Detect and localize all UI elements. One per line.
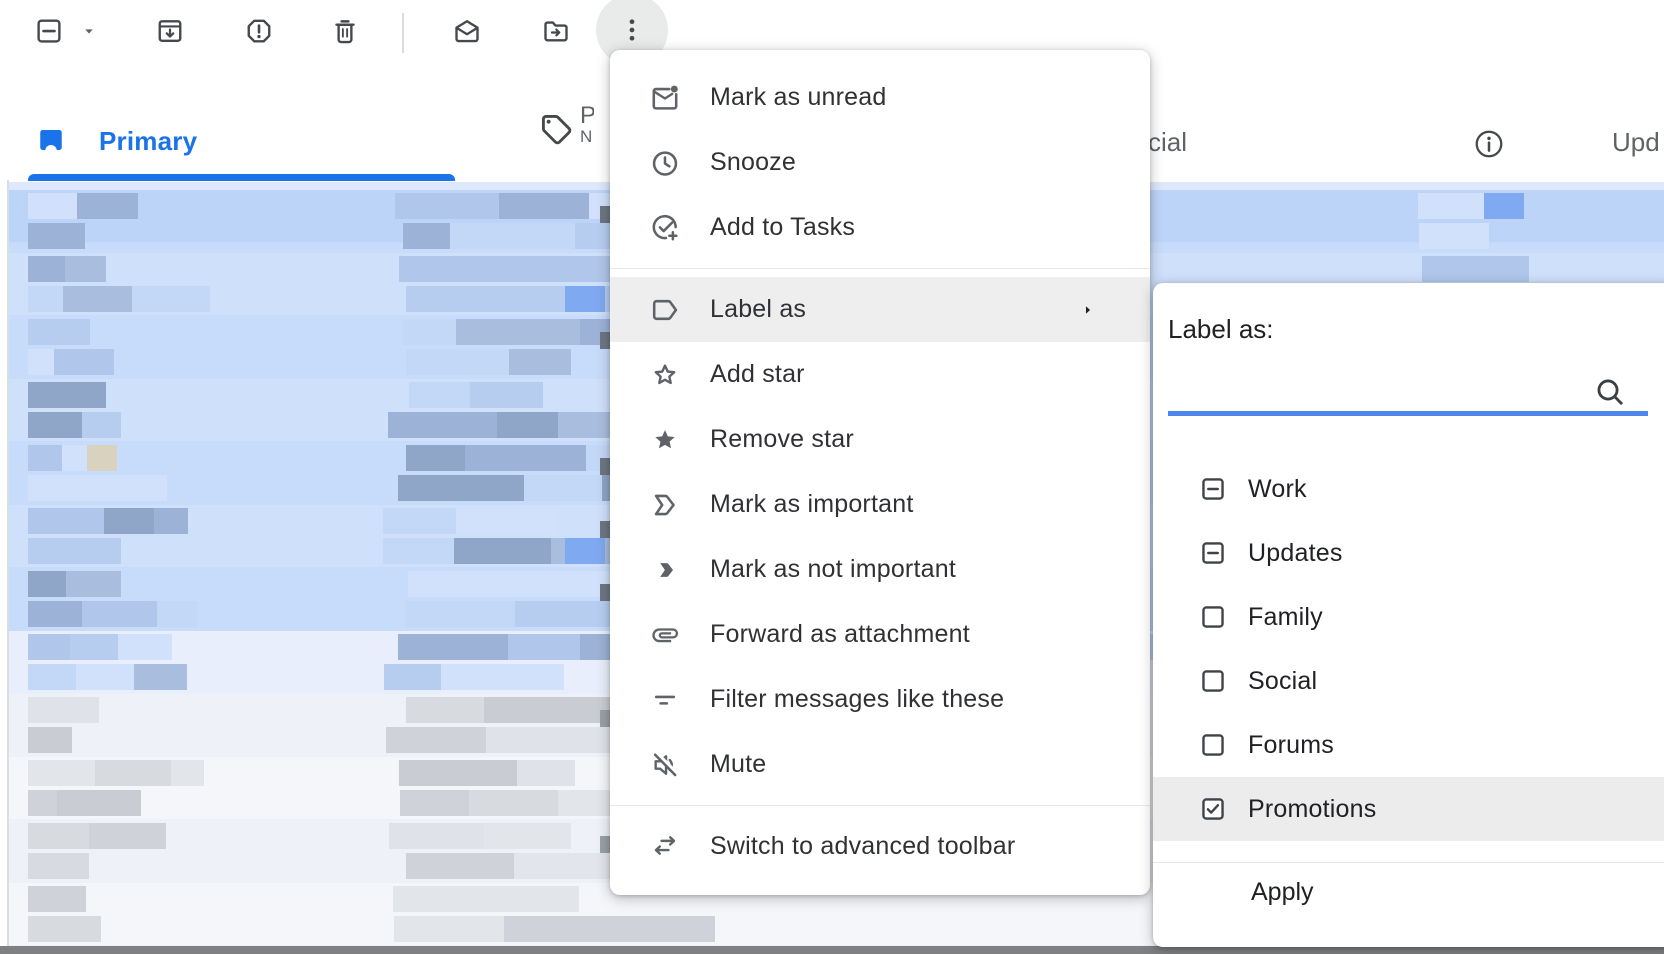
menu-item-label: Snooze <box>710 148 796 177</box>
mark-as-read-button[interactable] <box>452 16 482 46</box>
menu-item-mute[interactable]: Mute <box>610 732 1150 797</box>
menu-item-mark-as-unread[interactable]: Mark as unread <box>610 65 1150 130</box>
menu-item-label: Mark as not important <box>710 555 956 584</box>
menu-item-label: Mark as important <box>710 490 913 519</box>
checkbox-indeterminate-icon[interactable] <box>1200 540 1226 566</box>
menu-divider <box>610 268 1150 269</box>
search-icon <box>1593 375 1627 409</box>
label-option-updates[interactable]: Updates <box>1153 521 1664 585</box>
label-search-input[interactable] <box>1168 369 1588 409</box>
menu-item-switch-to-advanced-toolbar[interactable]: Switch to advanced toolbar <box>610 814 1150 879</box>
window-bottom-edge <box>0 946 1664 954</box>
switch-arrows-icon <box>649 831 681 863</box>
select-dropdown caret-down-icon[interactable] <box>81 23 97 39</box>
filter-lines-icon <box>649 684 681 716</box>
mute-speaker-icon <box>649 749 681 781</box>
delete-button[interactable] <box>330 16 360 46</box>
checkbox-checked-icon[interactable] <box>1200 796 1226 822</box>
label-option-text: Family <box>1248 603 1323 632</box>
star-outline-icon <box>649 359 681 391</box>
label-option-text: Work <box>1248 475 1307 504</box>
tab-primary[interactable]: Primary <box>99 126 197 157</box>
menu-item-label: Mute <box>710 750 766 779</box>
report-spam-button[interactable] <box>244 16 274 46</box>
checkbox-unchecked-icon[interactable] <box>1200 732 1226 758</box>
label-option-family[interactable]: Family <box>1153 585 1664 649</box>
label-option-forums[interactable]: Forums <box>1153 713 1664 777</box>
inbox-tab-icon <box>36 125 66 155</box>
menu-item-label: Mark as unread <box>710 83 887 112</box>
info-icon[interactable] <box>1473 128 1505 160</box>
label-list: Work Updates Family Social Forums Promotions <box>1153 457 1664 841</box>
message-context-menu: Mark as unread Snooze Add to Tasks Label as… <box>610 50 1150 895</box>
checkbox-unchecked-icon[interactable] <box>1200 604 1226 630</box>
label-option-text: Social <box>1248 667 1317 696</box>
menu-item-remove-star[interactable]: Remove star <box>610 407 1150 472</box>
label-tag-icon <box>649 294 681 326</box>
menu-item-mark-as-important[interactable]: Mark as important <box>610 472 1150 537</box>
checkbox-unchecked-icon[interactable] <box>1200 668 1226 694</box>
apply-button[interactable]: Apply <box>1251 878 1314 907</box>
star-filled-icon <box>649 424 681 456</box>
menu-item-label: Switch to advanced toolbar <box>710 832 1015 861</box>
snooze-clock-icon <box>649 147 681 179</box>
submenu-divider <box>1153 862 1664 863</box>
tab-social-partial[interactable]: cial <box>1148 127 1187 158</box>
important-marker-icon <box>649 489 681 521</box>
submenu-arrow-icon <box>1081 301 1095 319</box>
move-to-button[interactable] <box>541 16 571 46</box>
menu-item-label: Label as <box>710 295 806 324</box>
tab-updates-partial[interactable]: Upd <box>1612 127 1664 158</box>
tag-icon[interactable] <box>538 111 574 147</box>
menu-item-label: Filter messages like these <box>710 685 1004 714</box>
menu-item-filter-messages-like-these[interactable]: Filter messages like these <box>610 667 1150 732</box>
select-checkbox[interactable] <box>34 16 64 46</box>
menu-item-add-to-tasks[interactable]: Add to Tasks <box>610 195 1150 260</box>
toolbar-divider <box>402 13 404 53</box>
label-as-submenu: Label as: Work Updates Family Social Forums P… <box>1153 283 1664 947</box>
menu-item-forward-as-attachment[interactable]: Forward as attachment <box>610 602 1150 667</box>
menu-item-snooze[interactable]: Snooze <box>610 130 1150 195</box>
menu-item-mark-as-not-important[interactable]: Mark as not important <box>610 537 1150 602</box>
menu-item-label: Forward as attachment <box>710 620 970 649</box>
gmail-window: Primary P N cial Upd Mark as unread Snooz… <box>0 0 1664 954</box>
menu-item-add-star[interactable]: Add star <box>610 342 1150 407</box>
mark-unread-icon <box>649 82 681 114</box>
label-as-title: Label as: <box>1168 314 1274 345</box>
checkbox-indeterminate-icon[interactable] <box>1200 476 1226 502</box>
menu-divider <box>610 805 1150 806</box>
label-option-promotions[interactable]: Promotions <box>1153 777 1664 841</box>
label-option-text: Updates <box>1248 539 1343 568</box>
label-option-social[interactable]: Social <box>1153 649 1664 713</box>
more-vert-icon <box>617 15 647 45</box>
active-tab-underline <box>28 174 455 181</box>
archive-button[interactable] <box>155 16 185 46</box>
menu-item-label-as[interactable]: Label as <box>610 277 1150 342</box>
label-option-text: Forums <box>1248 731 1334 760</box>
paperclip-icon <box>649 619 681 651</box>
menu-item-label: Remove star <box>710 425 854 454</box>
not-important-marker-icon <box>649 554 681 586</box>
tab-promotions-fragment: P N <box>580 104 594 150</box>
label-option-text: Promotions <box>1248 795 1376 824</box>
menu-item-label: Add star <box>710 360 805 389</box>
search-underline <box>1168 411 1648 416</box>
label-option-work[interactable]: Work <box>1153 457 1664 521</box>
menu-item-label: Add to Tasks <box>710 213 855 242</box>
add-to-tasks-icon <box>649 212 681 244</box>
